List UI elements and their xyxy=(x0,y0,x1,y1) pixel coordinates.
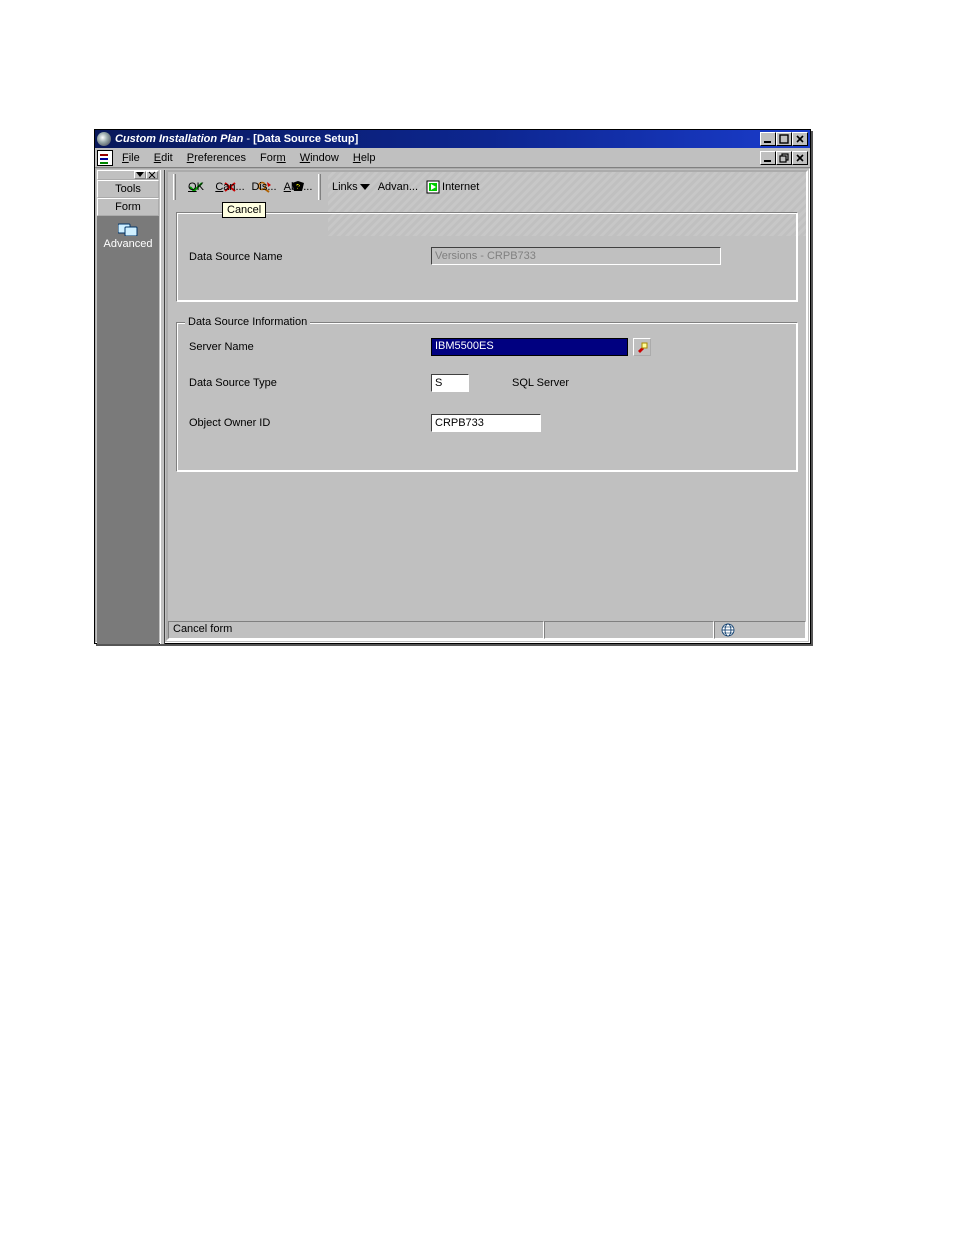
sidebar-dropdown-button[interactable] xyxy=(134,171,146,179)
status-icon-cell xyxy=(714,621,806,639)
toolbar-links: Links Advan... Internet xyxy=(330,174,481,200)
group-caption: Data Source Information xyxy=(185,316,310,328)
advanced-label[interactable]: Advanced xyxy=(97,238,159,250)
input-object-owner-id[interactable] xyxy=(431,414,541,432)
label-data-source-name: Data Source Name xyxy=(189,251,283,263)
toolbar-grip[interactable] xyxy=(173,174,176,200)
app-name: Custom Installation Plan xyxy=(115,133,243,145)
menu-edit[interactable]: Edit xyxy=(147,150,180,166)
menu-window[interactable]: Window xyxy=(293,150,346,166)
content-area: OK Can... Dis... xyxy=(166,170,808,641)
label-object-owner-id: Object Owner ID xyxy=(189,417,270,429)
mdi-client-area: Tools Form Advanced xyxy=(95,168,810,643)
sidebar-tab-form-label: Form xyxy=(115,201,141,213)
internet-icon xyxy=(426,180,440,194)
status-mid-cell xyxy=(544,621,714,639)
group-data-source-information: Data Source Information Server Name IBM5… xyxy=(176,322,798,472)
links-dropdown[interactable]: Links xyxy=(330,177,372,197)
mdi-system-menu-icon[interactable] xyxy=(97,150,113,166)
close-button[interactable] xyxy=(792,132,808,146)
status-text: Cancel form xyxy=(173,623,232,635)
form-body: Data Source Name Data Source Information… xyxy=(176,212,798,617)
toolbar: OK Can... Dis... xyxy=(168,172,806,202)
sidebar: Tools Form Advanced xyxy=(97,170,159,644)
toolbar-buttons: OK Can... Dis... xyxy=(179,174,315,200)
menu-bar: File Edit Preferences Form Window Help xyxy=(95,148,810,168)
menu-file[interactable]: File xyxy=(115,150,147,166)
menu-preferences[interactable]: Preferences xyxy=(180,150,253,166)
group-unnamed: Data Source Name xyxy=(176,212,798,302)
internet-label: Internet xyxy=(442,181,479,193)
globe-icon xyxy=(721,623,735,637)
about-button[interactable]: ? Abo... xyxy=(281,174,315,200)
mdi-caption-buttons xyxy=(760,151,808,165)
doc-title: [Data Source Setup] xyxy=(253,133,358,145)
input-server-name[interactable]: IBM5500ES xyxy=(431,338,628,356)
status-bar: Cancel form xyxy=(168,621,806,639)
sidebar-close-button[interactable] xyxy=(146,171,158,179)
app-icon xyxy=(97,132,111,146)
ok-button[interactable]: OK xyxy=(179,174,213,200)
input-data-source-name xyxy=(431,247,721,265)
label-data-source-type: Data Source Type xyxy=(189,377,277,389)
advanced-icon[interactable] xyxy=(118,222,138,236)
mdi-minimize-button[interactable] xyxy=(760,151,776,165)
advan-label: Advan... xyxy=(378,181,418,193)
title-bar: Custom Installation Plan - [Data Source … xyxy=(95,130,810,148)
desc-data-source-type: SQL Server xyxy=(512,377,569,389)
display-button[interactable]: Dis... xyxy=(247,174,281,200)
minimize-button[interactable] xyxy=(760,132,776,146)
cancel-tooltip: Cancel xyxy=(222,202,266,218)
title-text: Custom Installation Plan - [Data Source … xyxy=(115,133,358,145)
flashlight-icon xyxy=(636,341,648,353)
dropdown-arrow-icon xyxy=(360,183,370,191)
menu-help[interactable]: Help xyxy=(346,150,383,166)
links-label: Links xyxy=(332,181,358,193)
sidebar-header xyxy=(97,170,159,180)
value-server-name: IBM5500ES xyxy=(435,340,494,352)
sidebar-panel-form: Advanced xyxy=(97,216,159,250)
tooltip-text: Cancel xyxy=(227,204,261,216)
window-caption-buttons xyxy=(760,132,808,146)
toolbar-grip-2[interactable] xyxy=(318,174,321,200)
cancel-button[interactable]: Can... xyxy=(213,174,247,200)
application-window: Custom Installation Plan - [Data Source … xyxy=(94,129,811,644)
sidebar-splitter[interactable] xyxy=(160,170,165,644)
status-text-cell: Cancel form xyxy=(168,621,544,639)
sidebar-tab-tools-label: Tools xyxy=(115,183,141,195)
mdi-close-button[interactable] xyxy=(792,151,808,165)
sidebar-tab-tools[interactable]: Tools xyxy=(97,180,159,198)
mdi-restore-button[interactable] xyxy=(776,151,792,165)
advan-link[interactable]: Advan... xyxy=(376,177,420,197)
sidebar-tab-form[interactable]: Form xyxy=(97,198,159,216)
menu-form[interactable]: Form xyxy=(253,150,293,166)
label-server-name: Server Name xyxy=(189,341,254,353)
internet-link[interactable]: Internet xyxy=(424,177,481,197)
maximize-button[interactable] xyxy=(776,132,792,146)
server-lookup-button[interactable] xyxy=(633,338,651,356)
input-data-source-type[interactable] xyxy=(431,374,469,392)
